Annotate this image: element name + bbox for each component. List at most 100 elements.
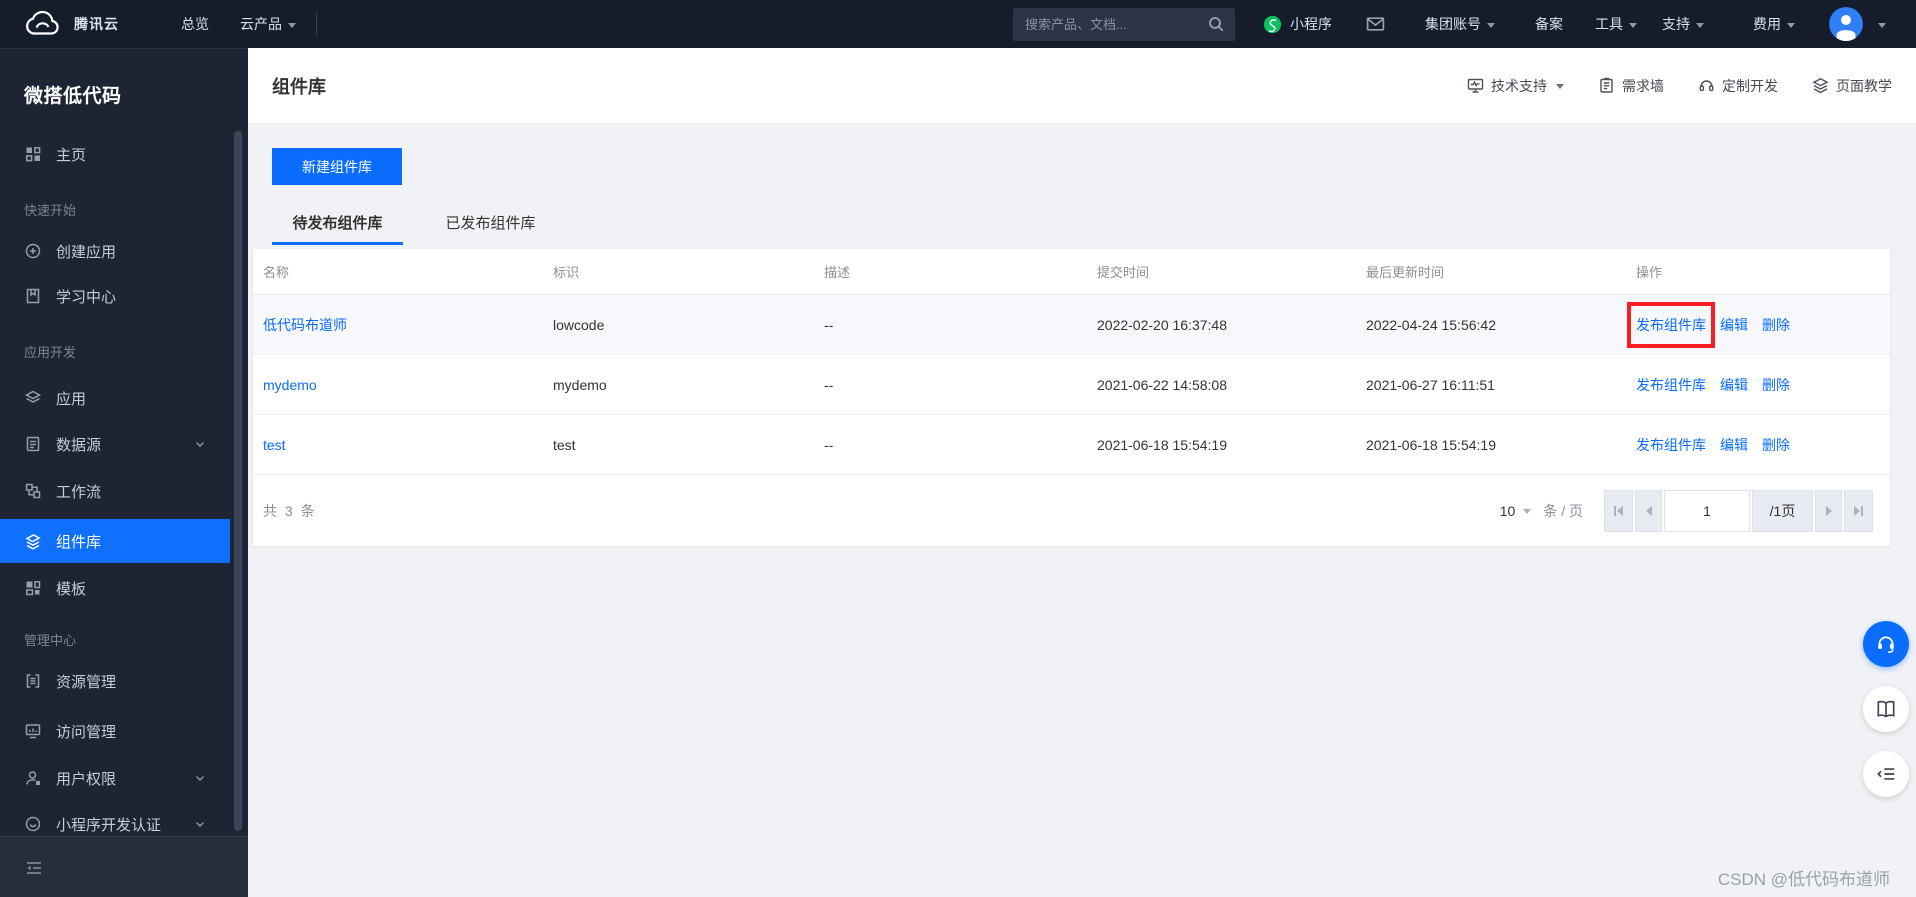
sidebar-item-resources[interactable]: 资源管理	[0, 659, 230, 703]
workflow-icon	[24, 482, 42, 500]
table-footer: 共 3 条 10 条 / 页 /1页	[253, 476, 1890, 546]
topbar-divider	[316, 13, 317, 35]
delete-link[interactable]: 删除	[1762, 317, 1790, 333]
search-icon[interactable]	[1208, 16, 1225, 33]
library-name-link[interactable]: mydemo	[263, 377, 317, 393]
page-size-select[interactable]: 10 条 / 页	[1500, 501, 1583, 521]
sidebar-scrollbar[interactable]	[234, 131, 242, 831]
nav-overview[interactable]: 总览	[181, 0, 209, 48]
open-book-icon	[1875, 698, 1897, 720]
action-page-tutorial[interactable]: 页面教学	[1812, 76, 1892, 96]
monitor-chart-icon	[24, 722, 42, 740]
mini-program-entry[interactable]: 小程序	[1263, 0, 1332, 48]
chevron-down-icon	[194, 772, 206, 784]
document-icon	[24, 435, 42, 453]
new-component-library-button[interactable]: 新建组件库	[272, 148, 402, 185]
sidebar-item-applications[interactable]: 应用	[0, 376, 230, 420]
edit-link[interactable]: 编辑	[1720, 317, 1748, 333]
server-bracket-icon	[24, 672, 42, 690]
delete-link[interactable]: 删除	[1762, 377, 1790, 393]
sidebar-item-datasource[interactable]: 数据源	[0, 422, 230, 466]
library-name-link[interactable]: test	[263, 437, 286, 453]
edit-link[interactable]: 编辑	[1720, 437, 1748, 453]
component-cube-icon	[24, 532, 42, 550]
topbar-search[interactable]	[1013, 8, 1235, 41]
nav-cloud-products[interactable]: 云产品	[240, 0, 296, 48]
col-operations: 操作	[1636, 265, 1663, 280]
avatar-menu-caret[interactable]	[1872, 0, 1886, 48]
chevron-down-icon	[1487, 22, 1495, 32]
stacked-layers-icon	[1812, 77, 1829, 94]
col-name: 名称	[263, 265, 290, 280]
library-name-link[interactable]: 低代码布道师	[263, 317, 347, 333]
col-submit-time: 提交时间	[1097, 265, 1150, 280]
menu-support[interactable]: 支持	[1662, 0, 1704, 48]
tencent-cloud-logo-icon[interactable]	[22, 0, 64, 48]
docs-button[interactable]	[1863, 686, 1909, 732]
sidebar-item-component-library[interactable]: 组件库	[0, 519, 230, 563]
library-submit-time: 2021-06-18 15:54:19	[1097, 436, 1227, 453]
chevron-down-icon	[1878, 22, 1886, 32]
publish-library-link[interactable]: 发布组件库	[1636, 437, 1706, 453]
main-content: 组件库 技术支持 需求墙 定制开发 页面教学 新建组件库 待发布组件库 已发布组…	[248, 48, 1916, 897]
sidebar-collapse-bar[interactable]	[0, 836, 248, 897]
edit-link[interactable]: 编辑	[1720, 377, 1748, 393]
library-description: --	[824, 376, 834, 393]
last-page-button[interactable]	[1844, 490, 1873, 532]
collapse-menu-icon	[24, 858, 44, 878]
tab-pending-libraries[interactable]: 待发布组件库	[272, 207, 403, 245]
publish-library-link[interactable]: 发布组件库	[1636, 377, 1706, 393]
sidebar-section-quickstart: 快速开始	[24, 203, 77, 218]
pager-controls: /1页	[1604, 490, 1873, 532]
topbar: 腾讯云 总览 云产品 小程序 集团账号 备案 工具 支持 费用	[0, 0, 1916, 48]
prev-page-icon	[1645, 506, 1652, 516]
last-page-icon	[1854, 506, 1860, 516]
chevron-down-icon	[1556, 84, 1564, 93]
search-input[interactable]	[1025, 17, 1208, 32]
sidebar-item-access[interactable]: 访问管理	[0, 709, 230, 753]
delete-link[interactable]: 删除	[1762, 437, 1790, 453]
first-page-icon	[1614, 506, 1616, 516]
next-page-icon	[1825, 506, 1832, 516]
action-custom-dev[interactable]: 定制开发	[1698, 76, 1778, 96]
menu-icp[interactable]: 备案	[1535, 0, 1563, 48]
layers-icon	[24, 389, 42, 407]
sidebar-item-workflow[interactable]: 工作流	[0, 469, 230, 513]
template-grid-icon	[24, 579, 42, 597]
chevron-down-icon	[194, 438, 206, 450]
prev-page-button[interactable]	[1635, 490, 1662, 532]
sidebar: 微搭低代码 主页 快速开始 创建应用 学习中心 应用开发 应用 数据源 工作流 …	[0, 48, 248, 897]
avatar[interactable]	[1829, 7, 1863, 41]
mini-program-icon	[1263, 15, 1282, 34]
menu-tools[interactable]: 工具	[1595, 0, 1637, 48]
home-grid-icon	[24, 145, 42, 163]
sidebar-item-templates[interactable]: 模板	[0, 566, 230, 610]
red-highlight-box: 发布组件库	[1627, 301, 1715, 348]
chevron-down-icon	[194, 818, 206, 830]
next-page-button[interactable]	[1815, 490, 1842, 532]
mail-icon[interactable]	[1366, 0, 1385, 48]
sidebar-item-create-app[interactable]: 创建应用	[0, 229, 230, 273]
library-table-card: 名称 标识 描述 提交时间 最后更新时间 操作 低代码布道师 lowcode -…	[253, 249, 1890, 546]
row-operations: 发布组件库 编辑 删除	[1636, 375, 1890, 395]
table-row: test test -- 2021-06-18 15:54:19 2021-06…	[253, 415, 1890, 475]
logo-text[interactable]: 腾讯云	[74, 0, 119, 48]
library-identifier: mydemo	[553, 376, 607, 393]
tab-published-libraries[interactable]: 已发布组件库	[425, 207, 556, 245]
current-page-input[interactable]	[1664, 490, 1750, 532]
customer-service-button[interactable]	[1863, 621, 1909, 667]
page-header: 组件库 技术支持 需求墙 定制开发 页面教学	[248, 48, 1916, 123]
sidebar-item-learning-center[interactable]: 学习中心	[0, 274, 230, 318]
publish-library-link[interactable]: 发布组件库	[1636, 317, 1706, 333]
sidebar-item-user-permissions[interactable]: 用户权限	[0, 756, 230, 800]
row-operations: 发布组件库 编辑 删除	[1627, 301, 1890, 348]
first-page-button[interactable]	[1604, 490, 1633, 532]
menu-billing[interactable]: 费用	[1753, 0, 1795, 48]
tabs: 待发布组件库 已发布组件库	[272, 207, 556, 245]
sidebar-item-home[interactable]: 主页	[0, 132, 230, 176]
panel-toggle-button[interactable]	[1863, 751, 1909, 797]
action-demand-wall[interactable]: 需求墙	[1598, 76, 1664, 96]
menu-group-account[interactable]: 集团账号	[1425, 0, 1495, 48]
action-tech-support[interactable]: 技术支持	[1467, 76, 1564, 96]
csdn-watermark: CSDN @低代码布道师	[1717, 870, 1890, 889]
